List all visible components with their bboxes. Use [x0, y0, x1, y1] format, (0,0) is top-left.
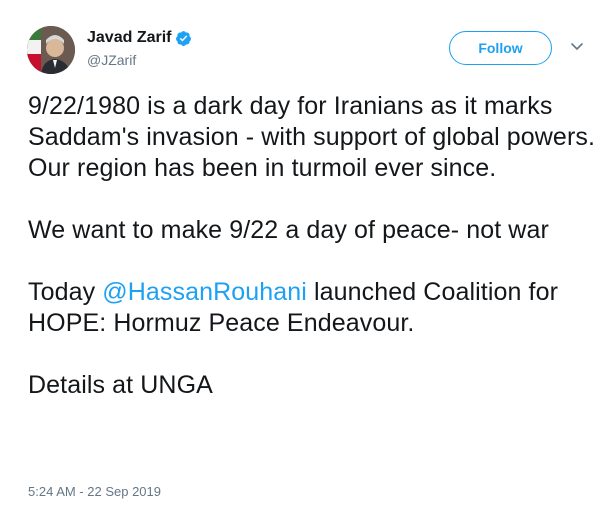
avatar[interactable] [27, 26, 75, 74]
author-name-row: Javad Zarif [87, 29, 192, 47]
chevron-down-icon[interactable] [569, 40, 585, 54]
mention-link[interactable]: @HassanRouhani [102, 278, 307, 306]
tweet-paragraph: Details at UNGA [28, 371, 213, 399]
author-name[interactable]: Javad Zarif [87, 29, 171, 47]
tweet-card: Javad Zarif @JZarif Follow 9/22/1980 is … [0, 0, 612, 510]
paragraph-prefix: Today [28, 278, 103, 306]
follow-button[interactable]: Follow [449, 31, 552, 65]
tweet-paragraph: Today @HassanRouhani launched Coalition … [28, 277, 598, 339]
avatar-image [27, 26, 75, 74]
tweet-paragraph: We want to make 9/22 a day of peace- not… [28, 216, 549, 244]
tweet-paragraph: 9/22/1980 is a dark day for Iranians as … [28, 92, 596, 182]
tweet-timestamp[interactable]: 5:24 AM - 22 Sep 2019 [28, 484, 161, 499]
verified-badge-icon [175, 30, 192, 47]
tweet-text: 9/22/1980 is a dark day for Iranians as … [28, 91, 598, 401]
author-handle[interactable]: @JZarif [87, 52, 136, 68]
